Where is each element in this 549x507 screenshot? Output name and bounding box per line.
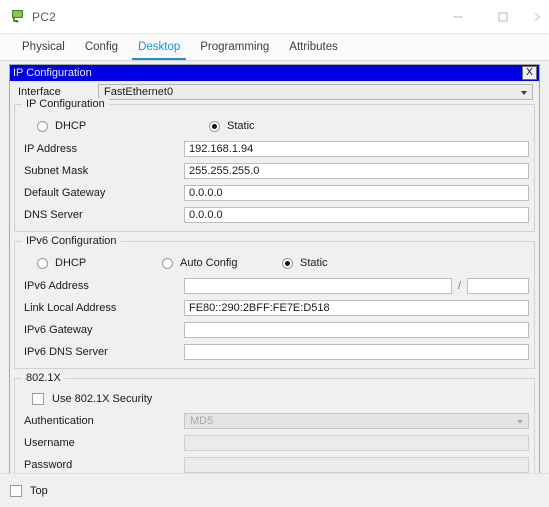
tab-config[interactable]: Config xyxy=(75,34,128,60)
subnet-mask-row: Subnet Mask 255.255.255.0 xyxy=(15,160,534,182)
chevron-down-icon xyxy=(517,420,523,424)
ipv6-address-input[interactable] xyxy=(184,278,452,294)
ipv6-dns-server-input[interactable] xyxy=(184,344,529,360)
ipv6-dhcp-radio-icon[interactable] xyxy=(37,257,48,269)
ipv6-dhcp-option[interactable]: DHCP xyxy=(37,257,162,269)
ipv6-static-radio-icon[interactable] xyxy=(282,257,293,269)
link-local-address-input[interactable]: FE80::290:2BFF:FE7E:D518 xyxy=(184,300,529,316)
tab-attributes-label: Attributes xyxy=(289,41,338,53)
ipv6-gateway-label: IPv6 Gateway xyxy=(24,324,93,336)
use-dot1x-security-row[interactable]: Use 802.1X Security xyxy=(15,388,534,410)
ip-configuration-panel: IP Configuration X Interface FastEtherne… xyxy=(9,64,540,499)
pc2-device-window: PC2 Physical Config Desktop Programming … xyxy=(0,0,549,507)
ipv6-dns-server-row: IPv6 DNS Server xyxy=(15,341,534,363)
ipv4-static-option[interactable]: Static xyxy=(209,120,255,132)
authentication-row: Authentication MD5 xyxy=(15,410,534,432)
username-input xyxy=(184,435,529,451)
chevron-down-icon xyxy=(521,91,527,95)
ip-configuration-header: IP Configuration X xyxy=(10,65,539,81)
tab-desktop[interactable]: Desktop xyxy=(128,34,190,60)
packet-tracer-pc-icon xyxy=(9,8,26,25)
username-row: Username xyxy=(15,432,534,454)
ip-configuration-close-icon[interactable]: X xyxy=(522,66,537,80)
minimize-button[interactable] xyxy=(435,0,480,33)
ip-address-label: IP Address xyxy=(24,143,77,155)
ip-configuration-title: IP Configuration xyxy=(13,67,92,79)
ipv6-static-label: Static xyxy=(300,257,328,269)
top-checkbox-label: Top xyxy=(30,484,48,497)
ipv6-address-label: IPv6 Address xyxy=(24,280,89,292)
subnet-mask-label: Subnet Mask xyxy=(24,165,89,177)
tab-physical[interactable]: Physical xyxy=(12,34,75,60)
use-dot1x-security-label: Use 802.1X Security xyxy=(52,393,153,405)
ipv4-dhcp-option[interactable]: DHCP xyxy=(37,120,209,132)
link-local-address-row: Link Local Address FE80::290:2BFF:FE7E:D… xyxy=(15,297,534,319)
password-input xyxy=(184,457,529,473)
default-gateway-row: Default Gateway 0.0.0.0 xyxy=(15,182,534,204)
ipv4-group-legend: IP Configuration xyxy=(22,98,109,110)
ipv6-dhcp-label: DHCP xyxy=(55,257,87,269)
interface-label: Interface xyxy=(18,86,61,98)
ipv4-mode-row: DHCP Static xyxy=(15,114,534,138)
ipv6-mode-row: DHCP Auto Config Static xyxy=(15,251,534,275)
window-controls xyxy=(435,0,549,33)
ipv6-auto-config-option[interactable]: Auto Config xyxy=(162,257,282,269)
authentication-label: Authentication xyxy=(24,415,94,427)
ip-address-input[interactable]: 192.168.1.94 xyxy=(184,141,529,157)
ipv6-prefix-length-input[interactable] xyxy=(467,278,529,294)
ipv6-address-row: IPv6 Address / xyxy=(15,275,534,297)
ipv6-gateway-row: IPv6 Gateway xyxy=(15,319,534,341)
device-tab-strip: Physical Config Desktop Programming Attr… xyxy=(0,34,549,61)
ipv6-gateway-input[interactable] xyxy=(184,322,529,338)
dns-server-input[interactable]: 0.0.0.0 xyxy=(184,207,529,223)
dot1x-group: 802.1X Use 802.1X Security Authenticatio… xyxy=(14,372,535,482)
authentication-selected-value: MD5 xyxy=(190,415,214,427)
ipv6-static-option[interactable]: Static xyxy=(282,257,328,269)
password-label: Password xyxy=(24,459,73,471)
ipv4-static-label: Static xyxy=(227,120,255,132)
default-gateway-label: Default Gateway xyxy=(24,187,106,199)
ipv6-group-legend: IPv6 Configuration xyxy=(22,235,121,247)
ipv6-auto-config-radio-icon[interactable] xyxy=(162,257,173,269)
username-label: Username xyxy=(24,437,75,449)
default-gateway-input[interactable]: 0.0.0.0 xyxy=(184,185,529,201)
dns-server-label: DNS Server xyxy=(24,209,83,221)
top-checkbox[interactable] xyxy=(10,484,22,497)
window-bottom-bar: Top xyxy=(0,473,549,507)
interface-select[interactable]: FastEthernet0 xyxy=(98,84,533,100)
tab-desktop-label: Desktop xyxy=(138,41,181,53)
subnet-mask-input[interactable]: 255.255.255.0 xyxy=(184,163,529,179)
ipv6-configuration-group: IPv6 Configuration DHCP Auto Config Stat… xyxy=(14,235,535,369)
interface-selected-value: FastEthernet0 xyxy=(104,86,174,98)
tab-programming-label: Programming xyxy=(200,41,270,53)
ipv6-prefix-separator: / xyxy=(457,280,461,292)
tab-physical-label: Physical xyxy=(22,41,65,53)
ipv6-auto-config-label: Auto Config xyxy=(180,257,238,269)
ipv4-configuration-group: IP Configuration DHCP Static IP Address … xyxy=(14,98,535,232)
close-button[interactable] xyxy=(525,0,549,33)
dot1x-group-legend: 802.1X xyxy=(22,372,65,384)
tab-config-label: Config xyxy=(84,41,119,53)
window-title: PC2 xyxy=(32,9,56,24)
tab-programming[interactable]: Programming xyxy=(190,34,279,60)
window-titlebar: PC2 xyxy=(0,0,549,34)
ipv4-static-radio-icon[interactable] xyxy=(209,120,220,132)
use-dot1x-security-checkbox[interactable] xyxy=(32,393,44,405)
maximize-button[interactable] xyxy=(480,0,525,33)
authentication-select: MD5 xyxy=(184,413,529,429)
dns-server-row: DNS Server 0.0.0.0 xyxy=(15,204,534,226)
ipv6-dns-server-label: IPv6 DNS Server xyxy=(24,346,108,358)
ip-address-row: IP Address 192.168.1.94 xyxy=(15,138,534,160)
tab-attributes[interactable]: Attributes xyxy=(279,34,348,60)
link-local-address-label: Link Local Address xyxy=(24,302,117,314)
ipv4-dhcp-radio-icon[interactable] xyxy=(37,120,48,132)
ipv4-dhcp-label: DHCP xyxy=(55,120,87,132)
